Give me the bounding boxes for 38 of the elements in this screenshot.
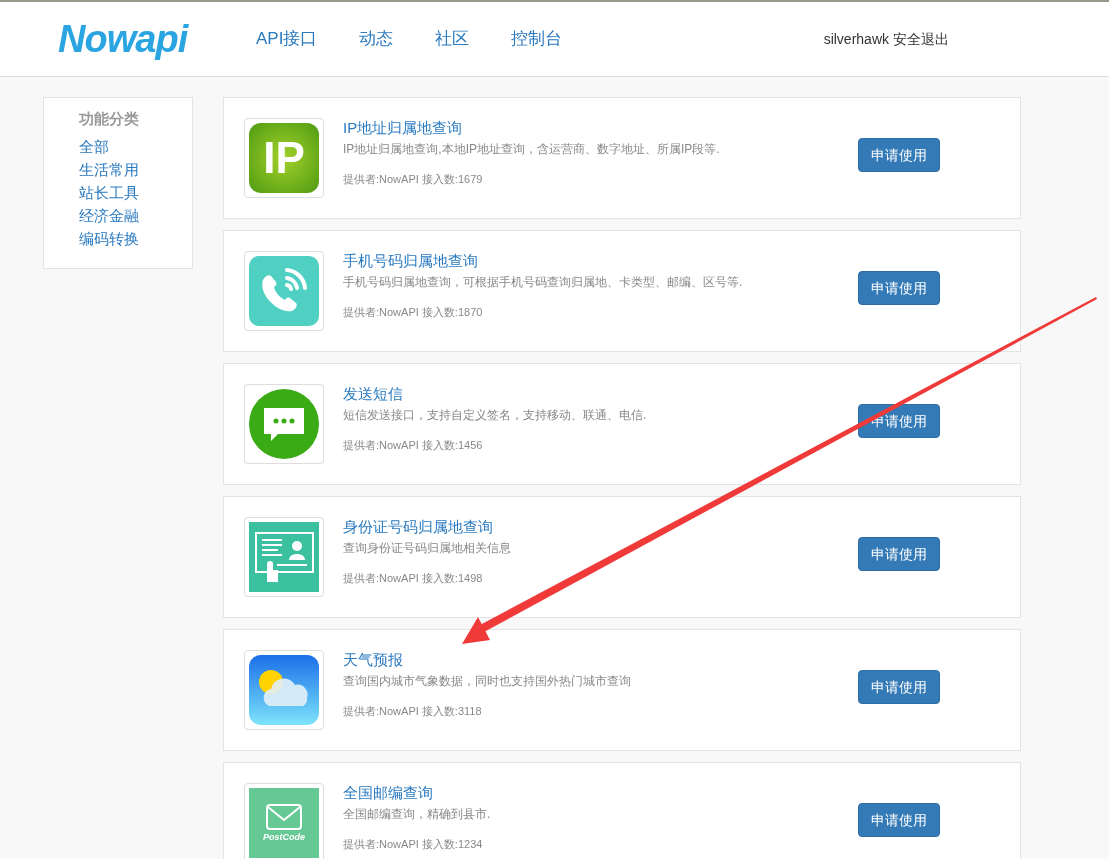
api-provider-info: 提供者:NowAPI 接入数:1870 [343, 305, 484, 320]
api-provider-info: 提供者:NowAPI 接入数:3118 [343, 704, 483, 719]
nav-link[interactable]: 动态 [359, 26, 394, 52]
category-link[interactable]: 经济金融 [79, 203, 192, 227]
category-link[interactable]: 编码转换 [79, 226, 192, 250]
nav-link[interactable]: API接口 [256, 26, 318, 52]
nav-link[interactable]: 社区 [435, 26, 470, 52]
category-link[interactable]: 站长工具 [79, 180, 192, 204]
api-provider-info: 提供者:NowAPI 接入数:1679 [343, 172, 484, 187]
category-link[interactable]: 生活常用 [79, 157, 192, 181]
apply-button[interactable]: 申请使用 [858, 138, 940, 172]
postcode-app-icon: PostCode [249, 788, 319, 858]
logo[interactable]: Nowapi [58, 20, 218, 58]
category-title: 功能分类 [79, 109, 140, 129]
api-provider-info: 提供者:NowAPI 接入数:1234 [343, 837, 484, 852]
api-description: 查询国内城市气象数据，同时也支持国外热门城市查询 [343, 673, 632, 690]
username: silverhawk [823, 29, 889, 49]
api-title[interactable]: 手机号码归属地查询 [343, 251, 823, 271]
api-description: 短信发送接口，支持自定义签名，支持移动、联通、电信. [343, 407, 648, 424]
category-link[interactable]: 全部 [79, 134, 192, 158]
logout-link[interactable]: 安全退出 [893, 28, 949, 50]
nav-link[interactable]: 控制台 [511, 26, 563, 52]
api-description: IP地址归属地查询,本地IP地址查询，含运营商、数字地址、所属IP段等. [343, 141, 721, 158]
api-description: 全国邮编查询，精确到县市. [343, 806, 492, 823]
api-title[interactable]: 天气预报 [343, 650, 823, 670]
api-provider-info: 提供者:NowAPI 接入数:1456 [343, 438, 484, 453]
ip-app-icon: IP [249, 123, 319, 193]
api-title[interactable]: 发送短信 [343, 384, 823, 404]
api-provider-info: 提供者:NowAPI 接入数:1498 [343, 571, 484, 586]
api-title[interactable]: 全国邮编查询 [343, 783, 823, 803]
apply-button[interactable]: 申请使用 [858, 537, 940, 571]
apply-button[interactable]: 申请使用 [858, 803, 940, 837]
apply-button[interactable]: 申请使用 [858, 271, 940, 305]
api-title[interactable]: IP地址归属地查询 [343, 118, 823, 138]
apply-button[interactable]: 申请使用 [858, 670, 940, 704]
api-title[interactable]: 身份证号码归属地查询 [343, 517, 823, 537]
api-description: 查询身份证号码归属地相关信息 [343, 540, 512, 557]
api-description: 手机号码归属地查询，可根据手机号码查询归属地、卡类型、邮编、区号等. [343, 274, 744, 291]
